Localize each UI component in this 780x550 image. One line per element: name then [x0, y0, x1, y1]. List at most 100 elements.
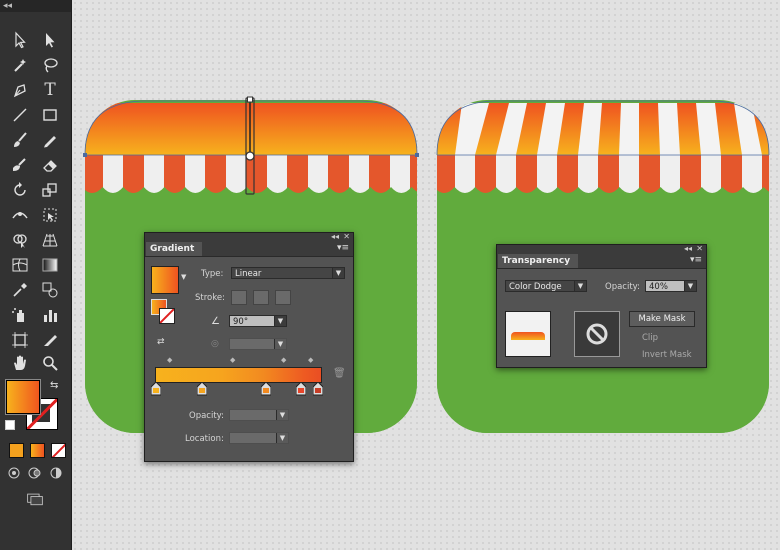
gradient-mode-icon[interactable] [30, 443, 45, 458]
location-label: Location: [185, 434, 224, 444]
close-panel-icon[interactable]: ✕ [696, 244, 703, 253]
free-transform-tool-icon[interactable] [38, 204, 62, 226]
tab-transparency[interactable]: Transparency [498, 254, 579, 268]
symbol-sprayer-tool-icon[interactable] [8, 304, 32, 326]
swap-fill-stroke-icon[interactable]: ⇆ [50, 380, 58, 391]
invert-mask-checkbox-label[interactable]: Invert Mask [642, 350, 692, 360]
stroke-across-button[interactable] [275, 290, 291, 305]
chevron-down-icon: ▼ [574, 281, 586, 291]
tools-panel: ◂◂ T ⇆ [0, 0, 72, 550]
collapse-panel-icon[interactable]: ◂◂ [684, 244, 692, 253]
chevron-down-icon: ▼ [684, 281, 696, 291]
chevron-down-icon: ▼ [276, 410, 288, 420]
midpoint-diamond[interactable]: ◆ [308, 356, 313, 364]
gradient-tool-icon[interactable] [38, 254, 62, 276]
panel-menu-icon[interactable]: ▾≡ [690, 255, 702, 265]
line-segment-tool-icon[interactable] [8, 104, 32, 126]
gradient-slider[interactable] [155, 367, 322, 383]
clip-checkbox-label[interactable]: Clip [642, 333, 658, 343]
magic-wand-tool-icon[interactable] [8, 54, 32, 76]
eraser-tool-icon[interactable] [38, 154, 62, 176]
blend-mode-dropdown[interactable]: Color Dodge ▼ [505, 280, 587, 292]
gradient-stop[interactable] [197, 382, 207, 396]
angle-field[interactable]: 90° ▼ [229, 315, 287, 327]
type-label: Type: [201, 269, 224, 279]
opacity-value: 40% [649, 282, 668, 292]
screen-mode-icon[interactable] [22, 488, 48, 510]
gradient-stop[interactable] [261, 382, 271, 396]
width-tool-icon[interactable] [8, 204, 32, 226]
hand-tool-icon[interactable] [8, 352, 32, 374]
gradient-panel: ◂◂ ✕ Gradient ▾≡ ▼ Type: Linear ▼ Stroke… [144, 232, 354, 462]
midpoint-diamond[interactable]: ◆ [167, 356, 172, 364]
rectangle-tool-icon[interactable] [38, 104, 62, 126]
gradient-stop[interactable] [151, 382, 161, 396]
rotate-tool-icon[interactable] [8, 179, 32, 201]
opacity-label: Opacity: [189, 411, 224, 421]
zoom-tool-icon[interactable] [38, 352, 62, 374]
no-mask-icon [586, 323, 608, 345]
tab-gradient[interactable]: Gradient [146, 242, 203, 256]
draw-normal-icon[interactable] [3, 462, 25, 484]
scale-tool-icon[interactable] [38, 179, 62, 201]
gradient-stop[interactable] [296, 382, 306, 396]
tools-panel-header[interactable]: ◂◂ [0, 0, 71, 12]
stop-opacity-field: ▼ [229, 409, 289, 421]
pen-tool-icon[interactable] [8, 79, 32, 101]
transparency-panel-titlebar[interactable]: ◂◂ ✕ [497, 244, 706, 254]
shape-builder-tool-icon[interactable] [8, 229, 32, 251]
blob-brush-tool-icon[interactable] [8, 154, 32, 176]
mask-thumbnail[interactable] [574, 311, 620, 357]
chevron-down-icon: ▼ [274, 316, 286, 326]
stroke-within-button[interactable] [231, 290, 247, 305]
type-tool-icon[interactable]: T [38, 79, 62, 101]
angle-icon: ∠ [211, 316, 220, 327]
selection-tool-icon[interactable] [8, 29, 32, 51]
mesh-tool-icon[interactable] [8, 254, 32, 276]
pencil-tool-icon[interactable] [38, 129, 62, 151]
stroke-label: Stroke: [195, 293, 225, 303]
gradient-presets-arrow-icon[interactable]: ▼ [181, 273, 186, 281]
direct-selection-tool-icon[interactable] [38, 29, 62, 51]
angle-value: 90° [233, 317, 249, 327]
midpoint-diamond[interactable]: ◆ [230, 356, 235, 364]
column-graph-tool-icon[interactable] [38, 304, 62, 326]
delete-stop-icon[interactable]: 🗑 [333, 368, 346, 379]
blend-mode-value: Color Dodge [509, 282, 562, 292]
gradient-panel-titlebar[interactable]: ◂◂ ✕ [145, 232, 353, 242]
opacity-label: Opacity: [605, 282, 640, 292]
slice-tool-icon[interactable] [38, 329, 62, 351]
fill-swatch[interactable] [6, 380, 40, 414]
default-fill-stroke-icon[interactable] [5, 420, 15, 430]
type-dropdown-value: Linear [235, 269, 262, 279]
close-panel-icon[interactable]: ✕ [343, 232, 350, 241]
draw-inside-icon[interactable] [45, 462, 67, 484]
blend-tool-icon[interactable] [38, 279, 62, 301]
make-mask-button[interactable]: Make Mask [629, 311, 695, 327]
chevron-down-icon: ▼ [274, 339, 286, 349]
opacity-field[interactable]: 40% ▼ [645, 280, 697, 292]
transparency-panel: ◂◂ ✕ Transparency ▾≡ Color Dodge ▼ Opaci… [496, 244, 707, 368]
paintbrush-tool-icon[interactable] [8, 129, 32, 151]
object-thumbnail[interactable] [505, 311, 551, 357]
stroke-mini-swatch[interactable] [159, 308, 175, 324]
perspective-grid-tool-icon[interactable] [38, 229, 62, 251]
none-mode-icon[interactable] [51, 443, 66, 458]
stroke-along-button[interactable] [253, 290, 269, 305]
type-dropdown[interactable]: Linear ▼ [231, 267, 345, 279]
draw-behind-icon[interactable] [24, 462, 46, 484]
aspect-ratio-icon: ◎ [211, 339, 219, 349]
stop-location-field: ▼ [229, 432, 289, 444]
gradient-preview-swatch[interactable] [151, 266, 179, 294]
color-mode-icon[interactable] [9, 443, 24, 458]
lasso-tool-icon[interactable] [38, 54, 62, 76]
artboard-tool-icon[interactable] [8, 329, 32, 351]
chevron-down-icon: ▼ [276, 433, 288, 443]
collapse-panel-icon[interactable]: ◂◂ [331, 232, 339, 241]
gradient-stop[interactable] [313, 382, 323, 396]
chevron-down-icon: ▼ [332, 268, 344, 278]
eyedropper-tool-icon[interactable] [8, 279, 32, 301]
reverse-gradient-icon[interactable]: ⇄ [157, 337, 165, 347]
midpoint-diamond[interactable]: ◆ [281, 356, 286, 364]
panel-menu-icon[interactable]: ▾≡ [337, 243, 349, 253]
